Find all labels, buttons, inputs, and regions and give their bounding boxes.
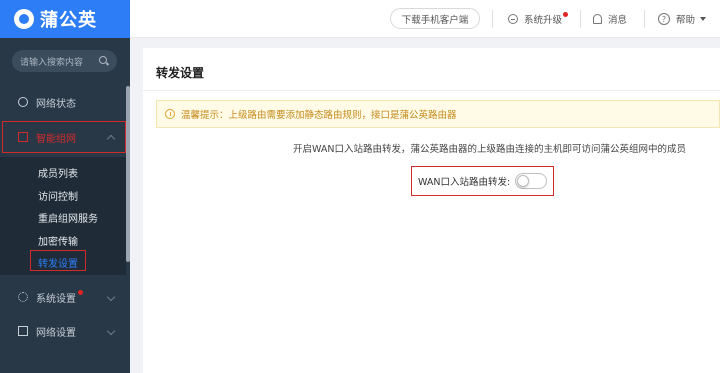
help-button[interactable]: ? 帮助 — [658, 0, 707, 38]
chevron-down-icon — [106, 326, 116, 336]
divider — [143, 90, 720, 91]
submenu-item-restart-service[interactable]: 重启组网服务 — [38, 210, 98, 225]
upgrade-icon — [508, 14, 518, 24]
search-icon[interactable] — [99, 56, 109, 66]
toggle-label: WAN口入站路由转发: — [418, 177, 511, 188]
globe-icon — [18, 97, 28, 107]
download-client-button[interactable]: 下载手机客户端 — [390, 8, 480, 29]
gear-icon — [18, 292, 28, 302]
bell-icon — [593, 14, 602, 24]
sidebar-scrollbar[interactable] — [126, 86, 130, 262]
highlight-box — [30, 250, 86, 271]
brand-name: 蒲公英 — [40, 10, 97, 31]
sidebar-item-network-status[interactable]: 网络状态 — [0, 87, 126, 117]
divider — [644, 10, 645, 28]
help-icon: ? — [658, 13, 670, 25]
dandelion-logo-icon — [14, 9, 34, 29]
sidebar-search[interactable]: 请输入搜索内容 — [12, 50, 117, 72]
alert-text: 温馨提示：上级路由需要添加静态路由规则，接口是蒲公英路由器 — [181, 110, 457, 121]
divider — [492, 10, 493, 28]
search-input[interactable]: 请输入搜索内容 — [20, 55, 99, 68]
logo-bar: 蒲公英 — [0, 0, 130, 38]
wan-forwarding-setting: WAN口入站路由转发: — [411, 166, 554, 196]
notification-dot — [78, 290, 83, 295]
sidebar-item-label: 系统设置 — [36, 293, 76, 305]
toggle-knob[interactable] — [517, 175, 530, 187]
topbar: 下载手机客户端 系统升级 消息 ? 帮助 — [130, 0, 720, 38]
sidebar-item-label: 网络设置 — [36, 327, 76, 339]
sidebar: 蒲公英 请输入搜索内容 网络状态 智能组网 成员列表 访问控制 重启组网服务 加… — [0, 0, 130, 373]
notification-dot — [563, 12, 569, 17]
submenu-item-encrypted-transfer[interactable]: 加密传输 — [38, 233, 78, 248]
help-label: 帮助 — [676, 15, 696, 26]
main-panel: 转发设置 温馨提示：上级路由需要添加静态路由规则，接口是蒲公英路由器 开启WAN… — [143, 48, 720, 373]
list-icon — [18, 326, 28, 336]
upgrade-label: 系统升级 — [524, 15, 563, 26]
sidebar-item-system-settings[interactable]: 系统设置 — [0, 282, 126, 312]
caret-down-icon — [700, 17, 707, 21]
messages-label: 消息 — [608, 15, 628, 26]
forwarding-description: 开启WAN口入站路由转发，蒲公英路由器的上级路由连接的主机即可访问蒲公英组网中的… — [293, 144, 686, 155]
submenu-item-access-control[interactable]: 访问控制 — [38, 188, 78, 203]
page-title: 转发设置 — [156, 66, 205, 80]
divider — [580, 10, 581, 28]
warning-icon — [165, 109, 175, 119]
chevron-down-icon — [106, 292, 116, 302]
highlight-box — [2, 121, 126, 153]
sidebar-item-label: 网络状态 — [36, 98, 76, 110]
sidebar-item-network-settings[interactable]: 网络设置 — [0, 316, 126, 346]
system-upgrade-button[interactable]: 系统升级 — [508, 0, 569, 38]
submenu-item-members[interactable]: 成员列表 — [38, 165, 78, 180]
messages-button[interactable]: 消息 — [593, 0, 627, 38]
warning-alert: 温馨提示：上级路由需要添加静态路由规则，接口是蒲公英路由器 — [156, 100, 720, 128]
wan-forwarding-toggle[interactable] — [515, 173, 548, 189]
